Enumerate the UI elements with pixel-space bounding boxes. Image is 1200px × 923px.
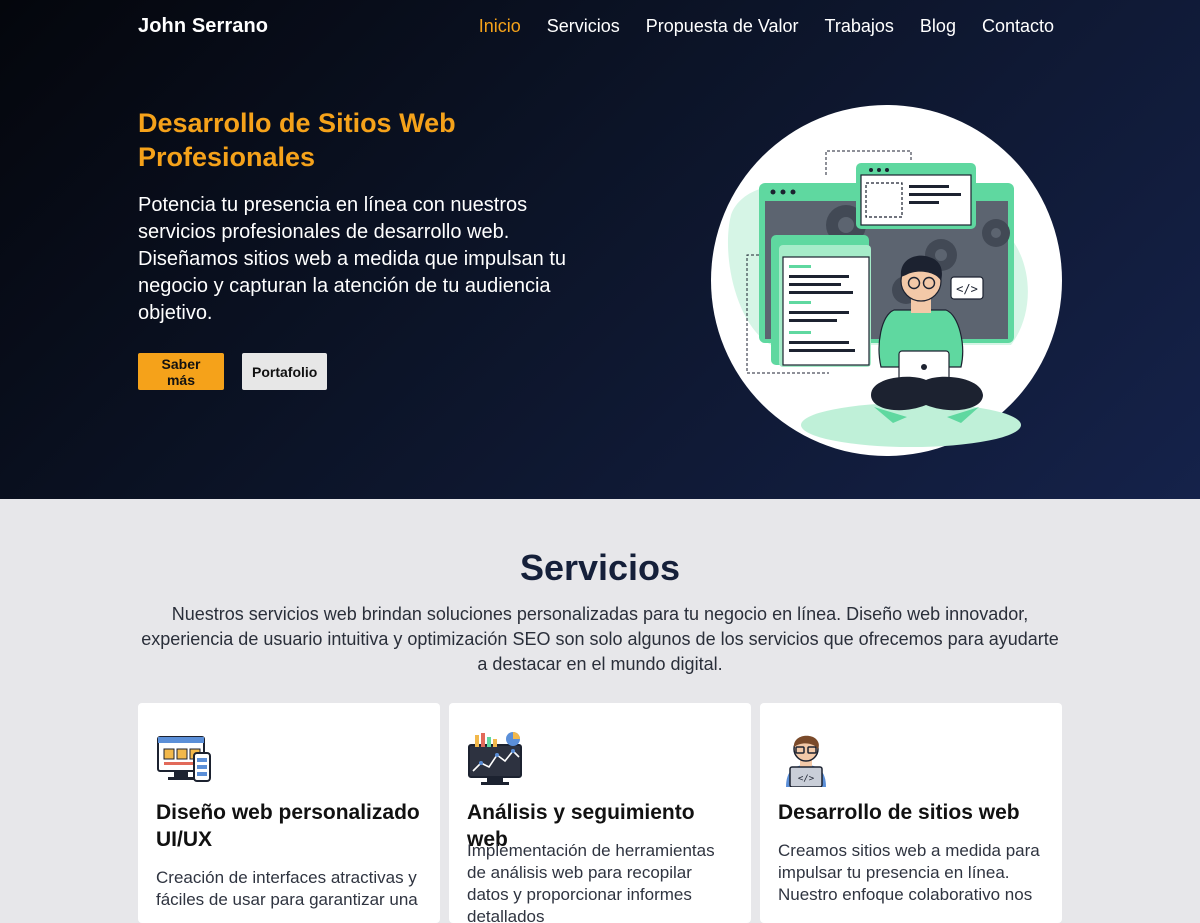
developer-icon: </>	[786, 735, 826, 787]
nav-link-contacto[interactable]: Contacto	[982, 16, 1054, 37]
top-navbar: John Serrano Inicio Servicios Propuesta …	[138, 12, 1054, 40]
ui-ux-design-icon	[157, 736, 211, 782]
services-description: Nuestros servicios web brindan solucione…	[141, 604, 1059, 674]
service-card-text: Implementación de herramientas de anális…	[467, 841, 715, 923]
hero-title: Desarrollo de Sitios Web Profesionales	[138, 108, 456, 172]
svg-text:</>: </>	[956, 282, 978, 296]
services-title: Servicios	[519, 547, 681, 588]
service-card-title: Desarrollo de sitios web	[778, 801, 1020, 824]
service-card-title: Diseño web personalizado UI/UX	[156, 801, 420, 851]
hero-section: John Serrano Inicio Servicios Propuesta …	[0, 0, 1200, 499]
saber-mas-button[interactable]: Saber más	[138, 353, 224, 390]
analytics-chart-icon	[468, 732, 522, 785]
developer-laptop-illustration: </>	[711, 105, 1062, 456]
service-card-development[interactable]: </> Desarrollo de sitios web Creamos sit…	[760, 703, 1062, 923]
nav-link-trabajos[interactable]: Trabajos	[825, 16, 894, 37]
nav-link-inicio[interactable]: Inicio	[479, 16, 521, 37]
brand-logo[interactable]: John Serrano	[138, 15, 268, 38]
nav-link-blog[interactable]: Blog	[920, 16, 956, 37]
service-card-ui-ux[interactable]: Diseño web personalizado UI/UX Creación …	[138, 703, 440, 923]
service-card-text: Creamos sitios web a medida para impulsa…	[778, 841, 1040, 904]
nav-link-servicios[interactable]: Servicios	[547, 16, 620, 37]
nav-links: Inicio Servicios Propuesta de Valor Trab…	[479, 16, 1054, 37]
service-card-analytics[interactable]: Análisis y seguimiento web Implementació…	[449, 703, 751, 923]
nav-link-propuesta[interactable]: Propuesta de Valor	[646, 16, 799, 37]
portafolio-button[interactable]: Portafolio	[242, 353, 327, 390]
svg-text:</>: </>	[798, 774, 815, 784]
hero-description: Potencia tu presencia en línea con nuest…	[138, 194, 566, 324]
services-section: Servicios Nuestros servicios web brindan…	[0, 499, 1200, 923]
service-card-text: Creación de interfaces atractivas y fáci…	[156, 868, 418, 909]
